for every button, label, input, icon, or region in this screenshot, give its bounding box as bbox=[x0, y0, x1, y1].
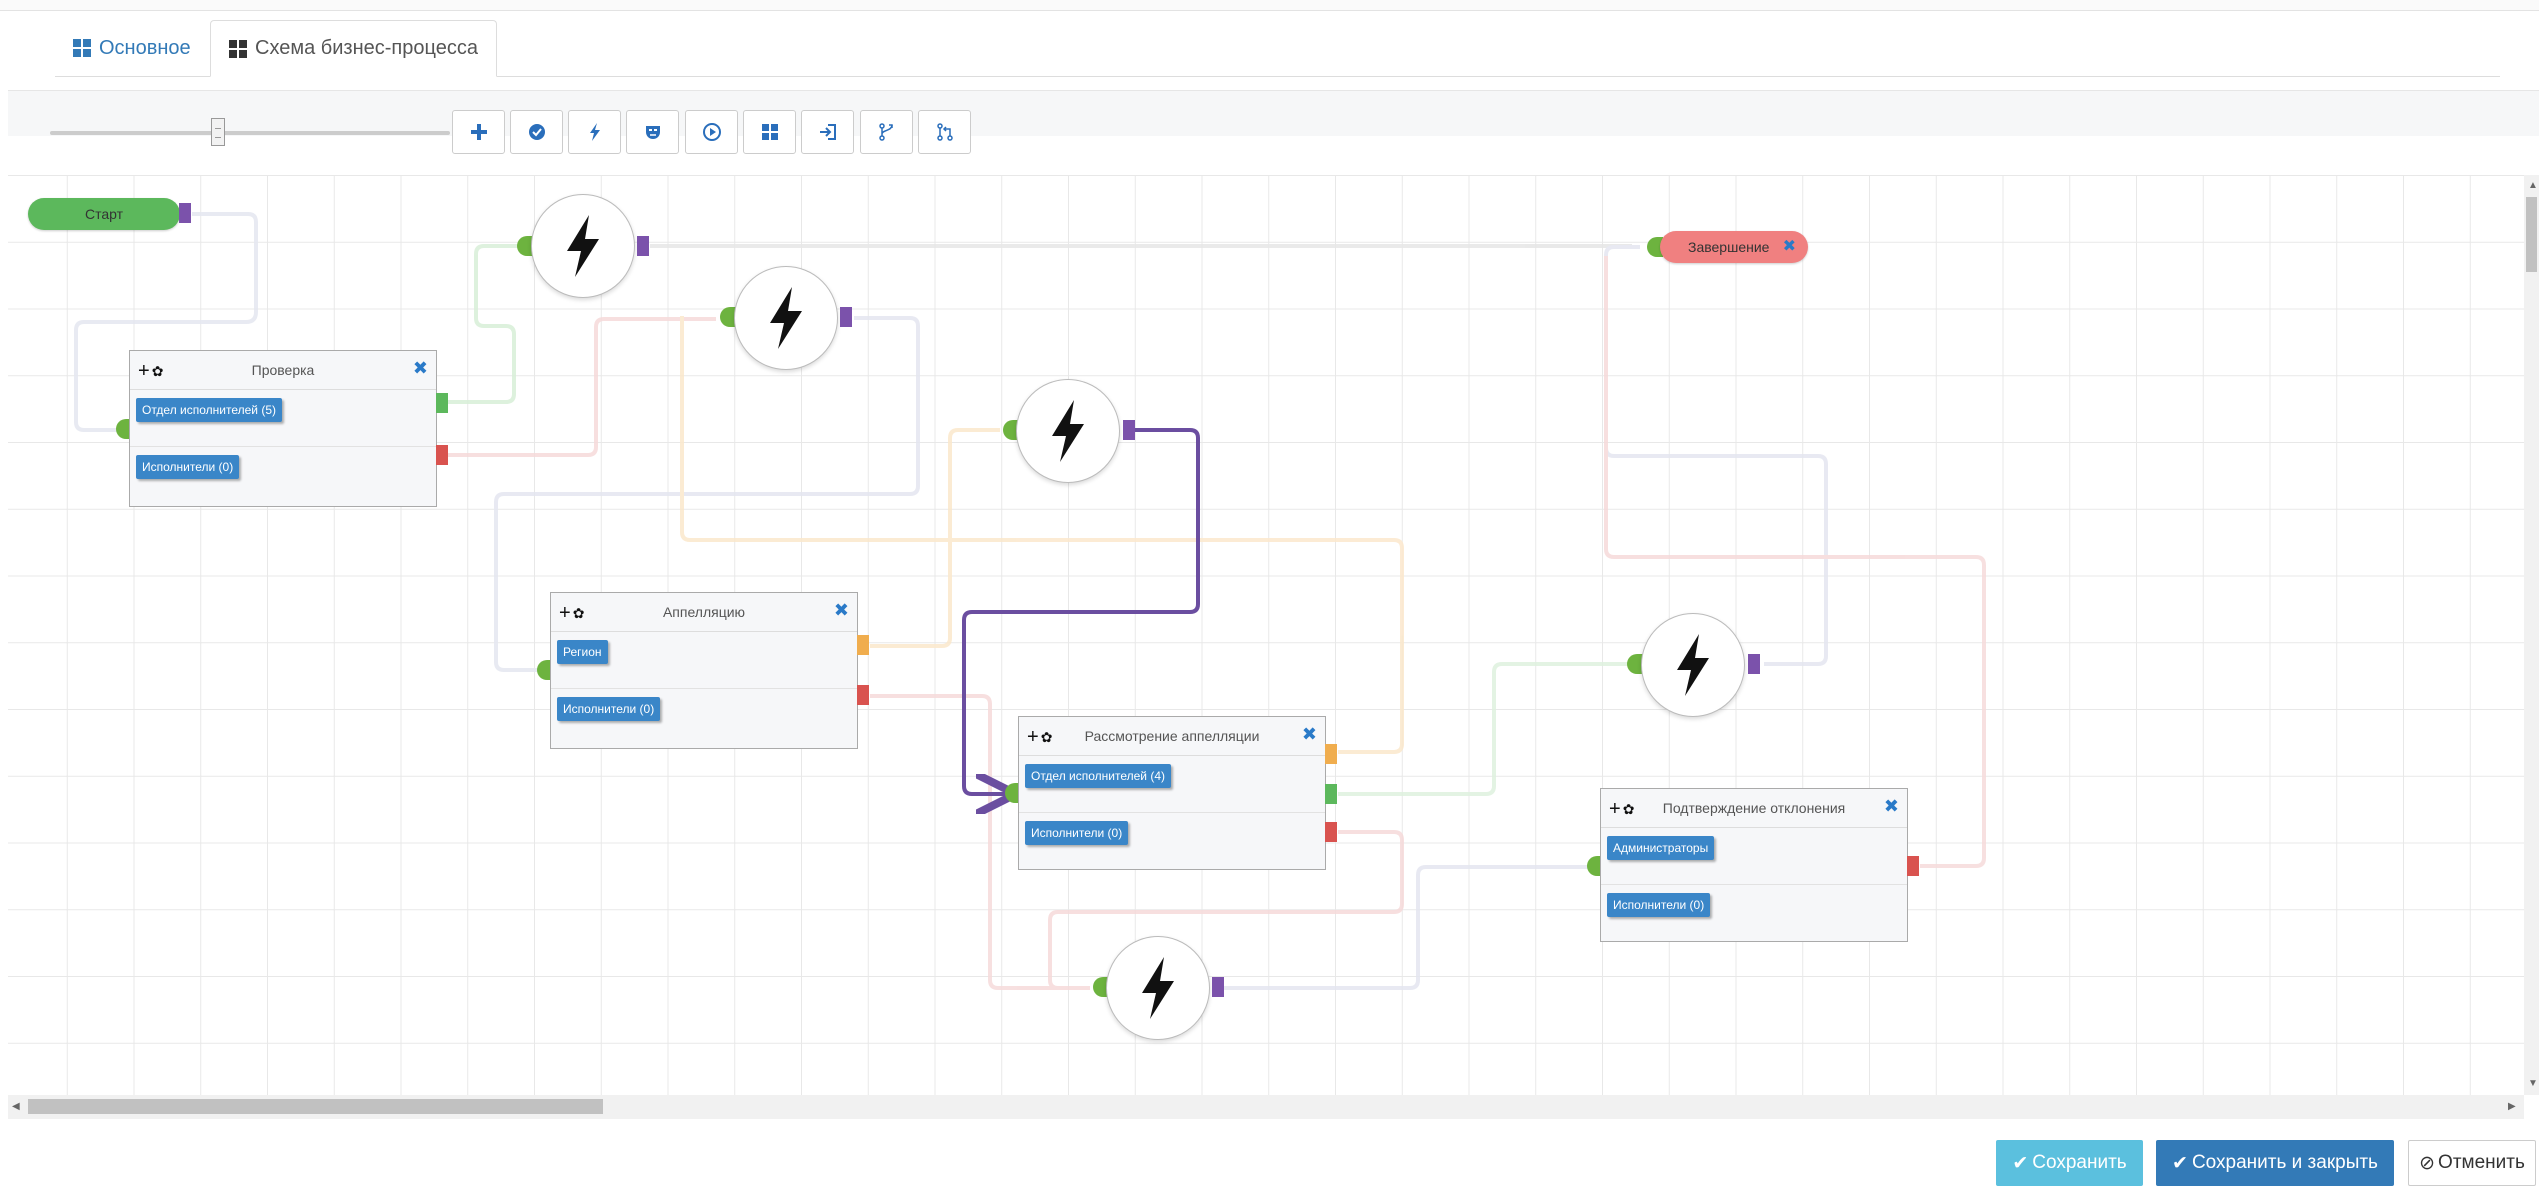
vertical-scroll-thumb[interactable] bbox=[2526, 197, 2537, 272]
save-and-close-button[interactable]: ✔ Сохранить и закрыть bbox=[2156, 1140, 2394, 1186]
bolt-icon bbox=[1677, 634, 1709, 696]
event-node-5[interactable] bbox=[1641, 613, 1745, 717]
bolt-icon bbox=[567, 215, 599, 277]
edge-event5-to-end bbox=[1604, 245, 1828, 666]
node-header: + ✿ Проверка ✖ bbox=[130, 351, 436, 390]
vertical-scrollbar[interactable] bbox=[2524, 175, 2539, 1095]
task-node-check[interactable]: + ✿ Проверка ✖ Отдел исполнителей (5) Исп… bbox=[129, 350, 437, 507]
close-icon[interactable]: ✖ bbox=[1302, 724, 1317, 745]
assignee-tag[interactable]: Исполнители (0) bbox=[557, 697, 661, 721]
scroll-up-icon[interactable]: ▲ bbox=[2528, 180, 2538, 191]
diagram-connections bbox=[74, 212, 1986, 990]
assignee-tag[interactable]: Отдел исполнителей (4) bbox=[1025, 764, 1172, 788]
edge-review-ok bbox=[1338, 662, 1630, 796]
node-header: + ✿ Рассмотрение аппелляции ✖ bbox=[1019, 717, 1325, 756]
node-title: Проверка bbox=[251, 362, 315, 378]
cancel-icon: ⊘ bbox=[2419, 1152, 2436, 1174]
event-2-output-port[interactable] bbox=[840, 307, 852, 327]
assignee-tag[interactable]: Регион bbox=[557, 640, 608, 664]
start-label: Старт bbox=[84, 206, 124, 222]
event-node-3[interactable] bbox=[1016, 379, 1120, 483]
save-button-label: Сохранить bbox=[2032, 1152, 2127, 1173]
check-fail-port[interactable] bbox=[436, 445, 448, 465]
start-output-port[interactable] bbox=[179, 203, 191, 223]
bolt-icon bbox=[770, 287, 802, 349]
close-icon[interactable]: ✖ bbox=[1884, 796, 1899, 817]
node-title: Рассмотрение аппелляции bbox=[1084, 728, 1260, 744]
edge-confirm-fail bbox=[1604, 256, 1986, 868]
node-title: Аппелляцию bbox=[662, 604, 746, 620]
review-fail-port[interactable] bbox=[1325, 822, 1337, 842]
node-tools[interactable]: + ✿ bbox=[138, 360, 163, 383]
task-node-confirm[interactable]: + ✿ Подтверждение отклонения ✖ Администра… bbox=[1600, 788, 1908, 942]
event-5-output-port[interactable] bbox=[1748, 654, 1760, 674]
event-node-2[interactable] bbox=[734, 266, 838, 370]
end-label: Завершение bbox=[1688, 239, 1770, 255]
assignee-tag[interactable]: Администраторы bbox=[1607, 836, 1715, 860]
edge-event4-to-confirm bbox=[1224, 865, 1590, 990]
add-icon: + bbox=[1027, 726, 1039, 748]
horizontal-scrollbar[interactable] bbox=[8, 1095, 2524, 1119]
review-orange-port[interactable] bbox=[1325, 744, 1337, 764]
cancel-button[interactable]: ⊘ Отменить bbox=[2408, 1140, 2536, 1186]
appeal-fail-port[interactable] bbox=[857, 685, 869, 705]
task-node-review[interactable]: + ✿ Рассмотрение аппелляции ✖ Отдел испол… bbox=[1018, 716, 1326, 870]
event-node-4[interactable] bbox=[1106, 936, 1210, 1040]
node-tools[interactable]: + ✿ bbox=[1609, 798, 1634, 821]
confirm-fail-port[interactable] bbox=[1907, 856, 1919, 876]
add-icon: + bbox=[138, 360, 150, 382]
node-tools[interactable]: + ✿ bbox=[1027, 726, 1052, 749]
event-node-1[interactable] bbox=[531, 194, 635, 298]
start-node[interactable]: Старт bbox=[28, 198, 180, 230]
node-header: + ✿ Подтверждение отклонения ✖ bbox=[1601, 789, 1907, 828]
cancel-button-label: Отменить bbox=[2438, 1152, 2525, 1173]
task-node-appeal[interactable]: + ✿ Аппелляцию ✖ Регион Исполнители (0) bbox=[550, 592, 858, 749]
event-4-output-port[interactable] bbox=[1212, 977, 1224, 997]
assignee-tag[interactable]: Исполнители (0) bbox=[136, 455, 240, 479]
check-icon: ✔ bbox=[2172, 1152, 2188, 1174]
event-1-output-port[interactable] bbox=[637, 236, 649, 256]
close-icon[interactable]: ✖ bbox=[1783, 236, 1796, 256]
check-ok-port[interactable] bbox=[436, 393, 448, 413]
edge-check-ok bbox=[448, 244, 520, 404]
horizontal-scroll-thumb[interactable] bbox=[28, 1099, 603, 1114]
assignee-tag[interactable]: Отдел исполнителей (5) bbox=[136, 398, 283, 422]
assignee-tag[interactable]: Исполнители (0) bbox=[1607, 893, 1711, 917]
gear-icon: ✿ bbox=[151, 363, 164, 379]
bolt-icon bbox=[1142, 957, 1174, 1019]
close-icon[interactable]: ✖ bbox=[413, 358, 428, 379]
add-icon: + bbox=[1609, 798, 1621, 820]
scroll-down-icon[interactable]: ▼ bbox=[2528, 1078, 2538, 1089]
save-button[interactable]: ✔ Сохранить bbox=[1996, 1140, 2143, 1186]
check-icon: ✔ bbox=[2012, 1152, 2029, 1174]
appeal-orange-port[interactable] bbox=[857, 635, 869, 655]
close-icon[interactable]: ✖ bbox=[834, 600, 849, 621]
add-icon: + bbox=[559, 602, 571, 624]
scroll-right-icon[interactable]: ▶ bbox=[2508, 1101, 2516, 1112]
scroll-left-icon[interactable]: ◀ bbox=[12, 1101, 20, 1112]
gear-icon: ✿ bbox=[1622, 801, 1635, 817]
save-and-close-button-label: Сохранить и закрыть bbox=[2191, 1152, 2378, 1173]
node-tools[interactable]: + ✿ bbox=[559, 602, 584, 625]
gear-icon: ✿ bbox=[572, 605, 585, 621]
assignee-tag[interactable]: Исполнители (0) bbox=[1025, 821, 1129, 845]
review-ok-port[interactable] bbox=[1325, 784, 1337, 804]
gear-icon: ✿ bbox=[1040, 729, 1053, 745]
node-header: + ✿ Аппелляцию ✖ bbox=[551, 593, 857, 632]
end-node[interactable]: Завершение ✖ bbox=[1660, 231, 1808, 263]
bolt-icon bbox=[1052, 400, 1084, 462]
event-3-output-port[interactable] bbox=[1123, 420, 1135, 440]
node-title: Подтверждение отклонения bbox=[1662, 800, 1846, 816]
edge-check-fail bbox=[448, 317, 716, 457]
